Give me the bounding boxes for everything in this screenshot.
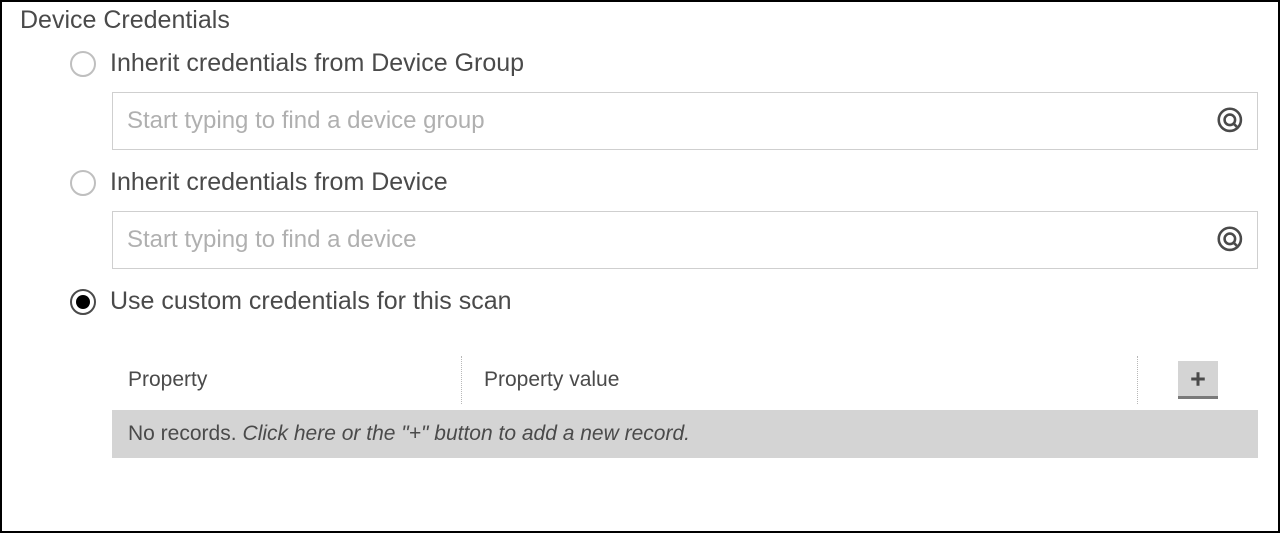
- radio-label-custom: Use custom credentials for this scan: [110, 287, 512, 316]
- option-custom: Use custom credentials for this scan: [70, 287, 1258, 316]
- empty-hint: Click here or the "+" button to add a ne…: [243, 422, 690, 446]
- column-header-action: [1138, 356, 1258, 404]
- option-inherit-device: Inherit credentials from Device: [70, 168, 1258, 269]
- radio-label-inherit-group: Inherit credentials from Device Group: [110, 49, 524, 78]
- device-search-field[interactable]: [112, 211, 1258, 269]
- device-credentials-panel: Device Credentials Inherit credentials f…: [0, 0, 1280, 533]
- radio-custom[interactable]: [70, 289, 96, 315]
- radio-row-inherit-device[interactable]: Inherit credentials from Device: [70, 168, 1258, 197]
- radio-inherit-device[interactable]: [70, 170, 96, 196]
- search-icon[interactable]: [1217, 107, 1245, 135]
- option-inherit-group: Inherit credentials from Device Group: [70, 49, 1258, 150]
- radio-row-custom[interactable]: Use custom credentials for this scan: [70, 287, 1258, 316]
- empty-records-row[interactable]: No records. Click here or the "+" button…: [112, 410, 1258, 458]
- radio-inherit-group[interactable]: [70, 51, 96, 77]
- radio-label-inherit-device: Inherit credentials from Device: [110, 168, 448, 197]
- column-header-value[interactable]: Property value: [462, 356, 1138, 404]
- empty-prefix: No records.: [128, 422, 237, 446]
- table-header: Property Property value: [112, 356, 1258, 404]
- plus-icon: [1189, 370, 1207, 388]
- device-search-input[interactable]: [127, 226, 1217, 254]
- search-icon[interactable]: [1217, 226, 1245, 254]
- column-header-property[interactable]: Property: [112, 356, 462, 404]
- device-group-search-field[interactable]: [112, 92, 1258, 150]
- device-group-search-input[interactable]: [127, 107, 1217, 135]
- section-title: Device Credentials: [20, 6, 1258, 35]
- radio-row-inherit-group[interactable]: Inherit credentials from Device Group: [70, 49, 1258, 78]
- add-record-button[interactable]: [1178, 361, 1218, 399]
- credentials-table: Property Property value No records. Clic…: [112, 356, 1258, 458]
